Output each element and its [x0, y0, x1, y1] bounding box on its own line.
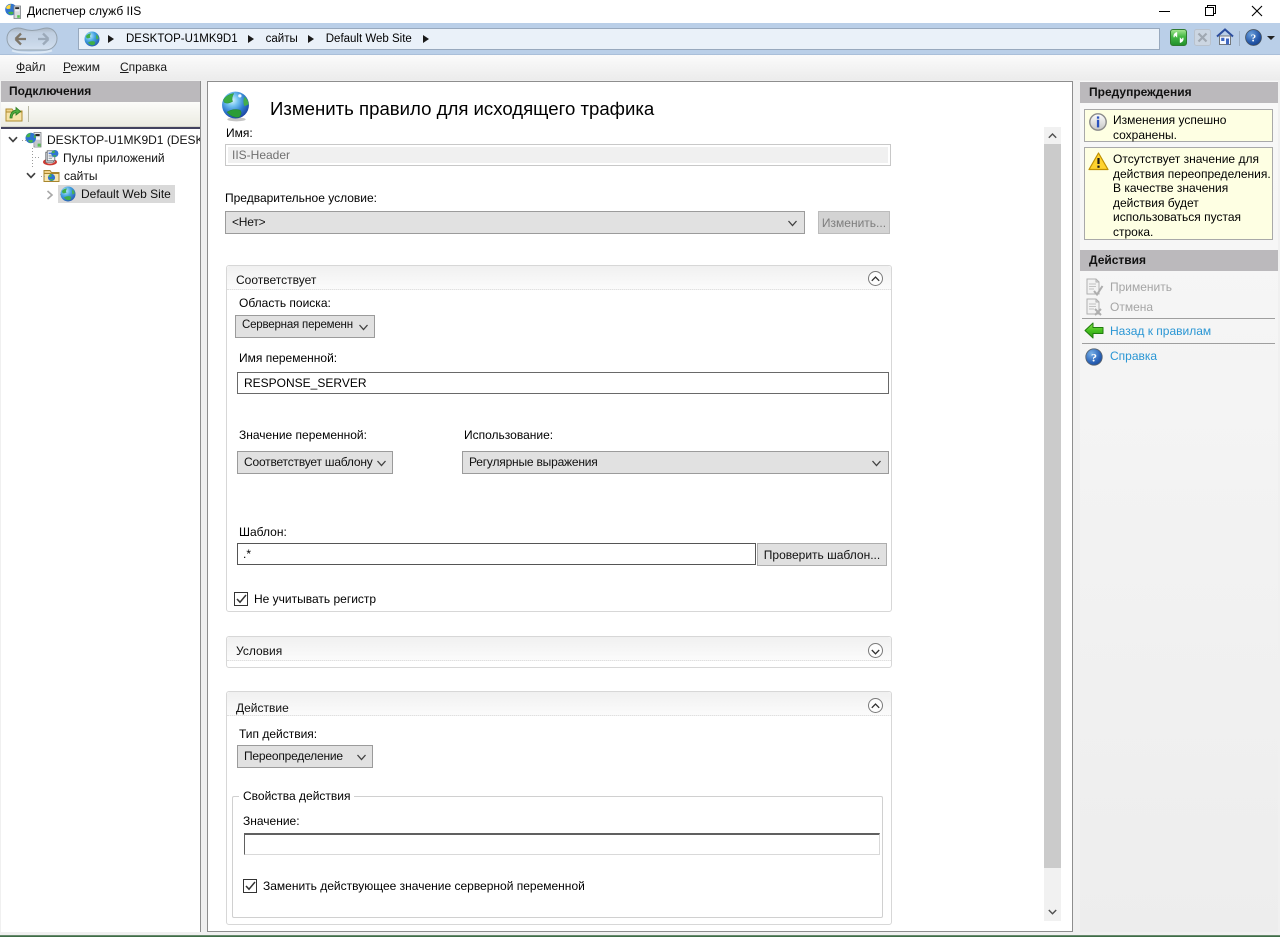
- svg-text:?: ?: [1251, 33, 1256, 45]
- svg-text:?: ?: [1091, 350, 1097, 364]
